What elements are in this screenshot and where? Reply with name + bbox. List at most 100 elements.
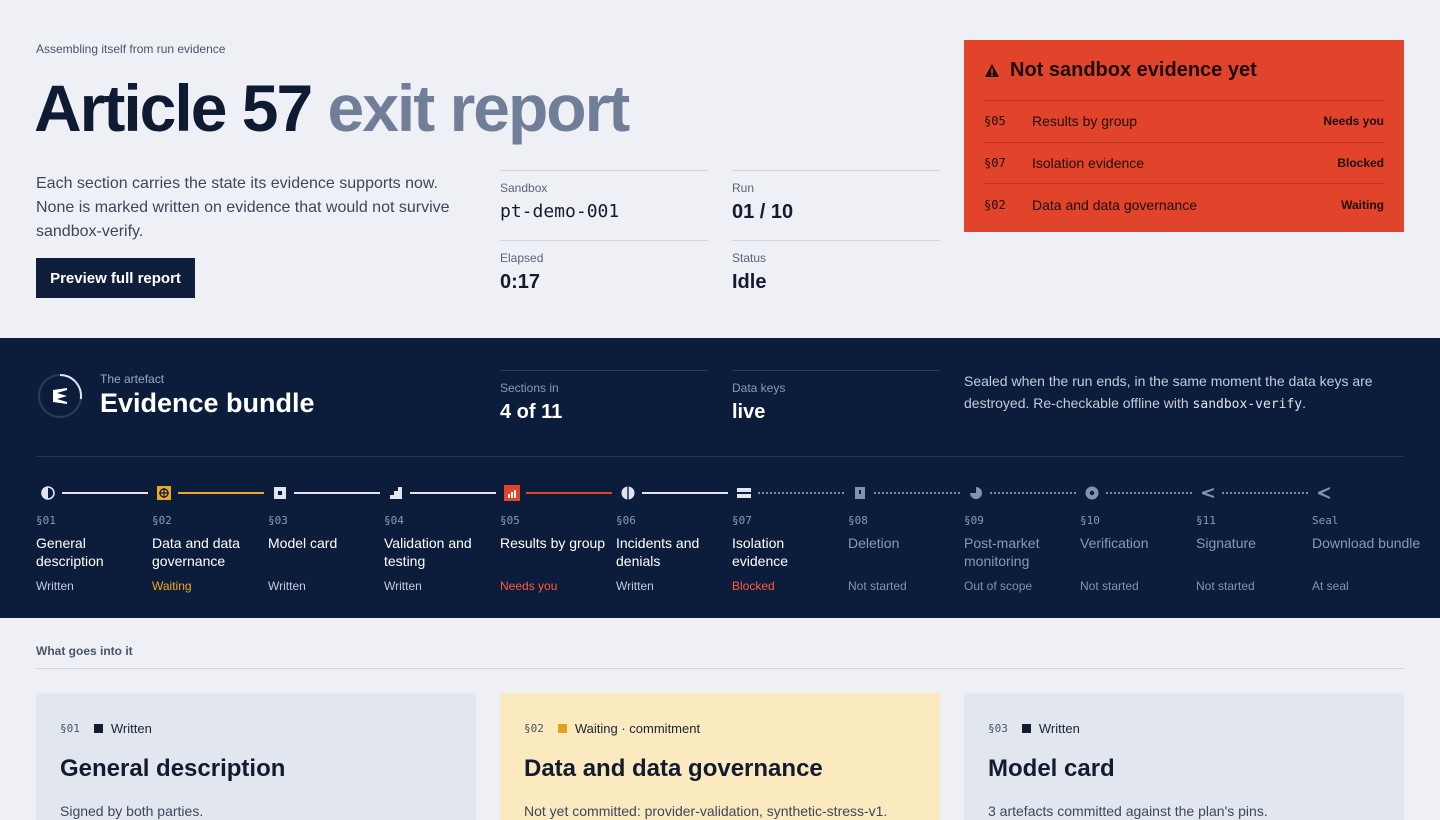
signature-icon: [1196, 482, 1220, 504]
bundle-progress-icon: [36, 372, 84, 420]
meta-value: 0:17: [500, 271, 541, 293]
step-state: Needs you: [500, 579, 558, 593]
intro-text: Each section carries the state its evide…: [36, 175, 450, 240]
bar-chart-icon: [500, 482, 524, 504]
alert-row-state: Waiting: [1341, 197, 1384, 212]
step-state: Written: [616, 579, 654, 593]
evidence-alert-panel: Not sandbox evidence yet §05 Results by …: [964, 40, 1404, 232]
step-label: Signature: [1196, 535, 1256, 551]
artefact-title: Evidence bundle: [100, 388, 315, 418]
alert-row-name: Results by group: [1032, 113, 1138, 130]
card-header: §03 Written: [988, 721, 1080, 736]
step-state: Written: [268, 579, 306, 593]
trash-box-icon: [848, 482, 872, 504]
meta-label: Run: [732, 181, 755, 195]
step-state: Not started: [1080, 579, 1139, 593]
timeline-connector: [642, 492, 728, 494]
artefact-eyebrow: The artefact: [100, 372, 165, 386]
step-section: §10: [1080, 514, 1100, 527]
step-section: §08: [848, 514, 868, 527]
alert-row-section: §07: [984, 155, 1006, 170]
layers-icon: [732, 482, 756, 504]
alert-row[interactable]: §07 Isolation evidence Blocked: [984, 143, 1384, 184]
data-keys-meta: Data keys live: [732, 370, 940, 424]
alert-row-section: §05: [984, 114, 1006, 129]
timeline-connector: [410, 492, 496, 494]
timeline-connector: [990, 492, 1076, 494]
alert-header: Not sandbox evidence yet: [984, 40, 1384, 101]
step-state: Waiting: [152, 579, 192, 593]
step-label: Verification: [1080, 535, 1149, 551]
meta-value: 4 of 11: [500, 401, 563, 423]
step-section: §02: [152, 514, 172, 527]
meta-run: Run 01 / 10: [732, 170, 940, 224]
pie-icon: [964, 482, 988, 504]
step-state: At seal: [1312, 579, 1349, 593]
step-label: General description: [36, 535, 104, 569]
card-title: Data and data governance: [524, 755, 823, 782]
check-circle-icon: [1080, 482, 1104, 504]
section-card[interactable]: §02 Waiting · commitment Data and data g…: [500, 693, 940, 820]
meta-label: Status: [732, 251, 767, 265]
meta-elapsed: Elapsed 0:17: [500, 240, 708, 294]
target-icon: [152, 482, 176, 504]
step-label: Deletion: [848, 535, 900, 551]
step-label: Model card: [268, 535, 338, 551]
card-title: Model card: [988, 755, 1115, 782]
alert-row-state: Needs you: [1323, 114, 1384, 129]
card-section: §02: [524, 722, 544, 735]
card-header: §01 Written: [60, 721, 152, 736]
state-square-icon: [557, 724, 567, 733]
step-section: §07: [732, 514, 752, 527]
step-label: Validation and testing: [384, 535, 472, 569]
step-state: Blocked: [732, 579, 775, 593]
section-card[interactable]: §01 Written General description Signed b…: [36, 693, 476, 820]
card-description: 3 artefacts committed against the plan's…: [988, 803, 1268, 819]
meta-sandbox: Sandbox pt-demo-001: [500, 170, 708, 222]
step-section: §03: [268, 514, 288, 527]
report-header: Assembling itself from run evidence Arti…: [0, 0, 1440, 338]
alert-row-section: §02: [984, 197, 1006, 212]
card-state: Waiting · commitment: [574, 721, 701, 736]
meta-label: Sections in: [500, 381, 559, 395]
card-header: §02 Waiting · commitment: [524, 721, 700, 736]
timeline-connector: [294, 492, 380, 494]
section-card[interactable]: §03 Written Model card 3 artefacts commi…: [964, 693, 1404, 820]
step-label: Data and data governance: [152, 535, 240, 569]
timeline-connector: [62, 492, 148, 494]
step-state: Written: [36, 579, 74, 593]
step-label: Download bundle: [1312, 535, 1421, 551]
timeline-connector: [178, 492, 264, 494]
card-state: Written: [110, 721, 152, 736]
timeline-connector: [526, 492, 612, 494]
preview-full-report-button[interactable]: Preview full report: [36, 258, 195, 298]
evidence-bundle-band: The artefact Evidence bundle Sections in…: [0, 338, 1440, 618]
timeline-connector: [758, 492, 844, 494]
timeline-connector: [1106, 492, 1192, 494]
card-section: §01: [60, 722, 80, 735]
step-state: Written: [384, 579, 422, 593]
state-square-icon: [1021, 724, 1031, 733]
title-accent: exit report: [327, 71, 631, 145]
step-section: §06: [616, 514, 636, 527]
sandbox-verify-code: sandbox-verify: [1192, 397, 1303, 412]
step-section: §05: [500, 514, 520, 527]
steps-icon: [384, 482, 408, 504]
step-section: §04: [384, 514, 404, 527]
meta-label: Data keys: [732, 381, 786, 395]
meta-value: 01 / 10: [732, 201, 794, 223]
page-title: Article 57 exit report: [34, 70, 631, 146]
warning-icon: [984, 62, 1000, 78]
half-circle-icon: [36, 482, 60, 504]
card-title: General description: [60, 755, 286, 782]
sections-in-meta: Sections in 4 of 11: [500, 370, 708, 424]
step-label: Post-market monitoring: [964, 535, 1040, 569]
meta-value: pt-demo-001: [500, 201, 620, 222]
sealed-text: Sealed when the run ends, in the same mo…: [964, 373, 1373, 411]
alert-row-name: Data and data governance: [1032, 196, 1198, 213]
meta-label: Sandbox: [500, 181, 548, 195]
alert-row-name: Isolation evidence: [1032, 154, 1145, 171]
alert-row[interactable]: §02 Data and data governance Waiting: [984, 184, 1384, 226]
split-circle-icon: [616, 482, 640, 504]
alert-row[interactable]: §05 Results by group Needs you: [984, 101, 1384, 143]
